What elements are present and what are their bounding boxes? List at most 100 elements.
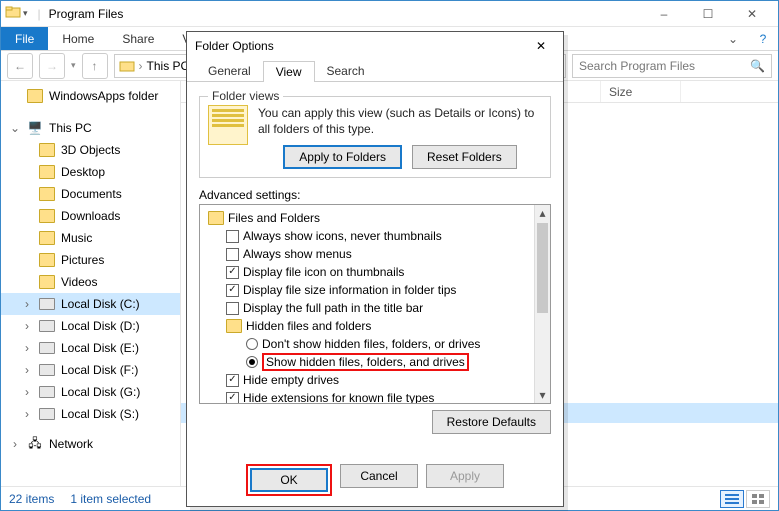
search-input[interactable]: Search Program Files 🔍	[572, 54, 772, 78]
apply-to-folders-button[interactable]: Apply to Folders	[283, 145, 402, 169]
navigation-pane[interactable]: WindowsApps folder ⌄ 🖥️ This PC 3D Objec…	[1, 81, 181, 488]
scroll-down-icon[interactable]: ▾	[535, 387, 550, 403]
tree-option[interactable]: Display file icon on thumbnails	[204, 263, 550, 281]
reset-folders-button[interactable]: Reset Folders	[412, 145, 517, 169]
tree-option[interactable]: Hide empty drives	[204, 371, 550, 389]
folder-icon	[39, 253, 55, 267]
folder-views-legend: Folder views	[208, 89, 283, 103]
tree-hidden-files-group[interactable]: Hidden files and folders	[204, 317, 550, 335]
back-button[interactable]: ←	[7, 53, 33, 79]
close-button[interactable]: ✕	[730, 1, 774, 27]
dialog-buttons: OK Cancel Apply	[187, 464, 563, 496]
tree-option[interactable]: Always show icons, never thumbnails	[204, 227, 550, 245]
search-icon: 🔍	[750, 59, 765, 73]
minimize-button[interactable]: –	[642, 1, 686, 27]
checkbox-icon	[226, 302, 239, 315]
search-placeholder: Search Program Files	[579, 59, 695, 73]
dialog-close-button[interactable]: ✕	[527, 32, 555, 60]
status-selected: 1 item selected	[70, 492, 151, 506]
window-title: Program Files	[49, 7, 124, 21]
folder-icon	[39, 165, 55, 179]
dialog-tab-view[interactable]: View	[263, 61, 315, 82]
folder-icon	[27, 89, 43, 103]
tab-share[interactable]: Share	[108, 27, 168, 50]
folder-icon	[5, 4, 21, 23]
folder-icon	[39, 187, 55, 201]
status-item-count: 22 items	[9, 492, 54, 506]
help-icon[interactable]: ?	[748, 27, 778, 50]
radio-icon	[246, 338, 258, 350]
dialog-tab-search[interactable]: Search	[314, 60, 378, 81]
nav-item[interactable]: ›Local Disk (S:)	[1, 403, 180, 425]
tree-option[interactable]: Hide extensions for known file types	[204, 389, 550, 404]
breadcrumb[interactable]: This PC	[147, 59, 190, 73]
radio-dont-show-hidden[interactable]: Don't show hidden files, folders, or dri…	[204, 335, 550, 353]
scroll-up-icon[interactable]: ▴	[535, 205, 550, 221]
up-button[interactable]: ↑	[82, 53, 108, 79]
dialog-tab-general[interactable]: General	[195, 60, 264, 81]
thumbnails-view-button[interactable]	[746, 490, 770, 508]
folder-icon	[39, 209, 55, 223]
scrollbar[interactable]: ▴ ▾	[534, 205, 550, 403]
dialog-tabs: General View Search	[187, 60, 563, 82]
drive-icon	[39, 342, 55, 354]
nav-item[interactable]: Documents	[1, 183, 180, 205]
drive-icon	[39, 364, 55, 376]
tree-files-and-folders[interactable]: Files and Folders	[204, 209, 550, 227]
tree-option[interactable]: Display file size information in folder …	[204, 281, 550, 299]
scroll-thumb[interactable]	[537, 223, 548, 313]
tab-home[interactable]: Home	[48, 27, 108, 50]
drive-icon	[39, 298, 55, 310]
folder-views-icon	[208, 105, 248, 145]
nav-item[interactable]: Downloads	[1, 205, 180, 227]
highlight-show-hidden: Show hidden files, folders, and drives	[262, 353, 469, 371]
nav-item[interactable]: Desktop	[1, 161, 180, 183]
col-size[interactable]: Size	[601, 81, 681, 102]
dialog-title: Folder Options	[195, 39, 274, 53]
radio-show-hidden[interactable]: Show hidden files, folders, and drives	[204, 353, 550, 371]
forward-button[interactable]: →	[39, 53, 65, 79]
nav-item[interactable]: ›Local Disk (G:)	[1, 381, 180, 403]
nav-item[interactable]: ›Local Disk (D:)	[1, 315, 180, 337]
details-view-button[interactable]	[720, 490, 744, 508]
nav-item[interactable]: Pictures	[1, 249, 180, 271]
nav-item[interactable]: 3D Objects	[1, 139, 180, 161]
cancel-button[interactable]: Cancel	[340, 464, 418, 488]
advanced-settings-tree[interactable]: Files and Folders Always show icons, nev…	[199, 204, 551, 404]
nav-windowsapps[interactable]: WindowsApps folder	[1, 85, 180, 107]
drive-icon	[39, 320, 55, 332]
ribbon-expand-icon[interactable]: ⌄	[718, 27, 748, 50]
qat-separator: |	[38, 7, 41, 21]
nav-item[interactable]: ›Local Disk (E:)	[1, 337, 180, 359]
checkbox-icon	[226, 248, 239, 261]
advanced-settings-label: Advanced settings:	[199, 188, 551, 202]
folder-icon	[208, 211, 224, 225]
ok-button[interactable]: OK	[250, 468, 328, 492]
nav-item[interactable]: ›Local Disk (C:)	[1, 293, 180, 315]
title-bar: ▾ | Program Files – ☐ ✕	[1, 1, 778, 27]
apply-button[interactable]: Apply	[426, 464, 504, 488]
nav-network[interactable]: › 🖧 Network	[1, 433, 180, 455]
dialog-title-bar: Folder Options ✕	[187, 32, 563, 60]
pc-icon: 🖥️	[27, 120, 43, 136]
nav-item[interactable]: ›Local Disk (F:)	[1, 359, 180, 381]
folder-options-dialog: Folder Options ✕ General View Search Fol…	[186, 31, 564, 507]
folder-views-text: You can apply this view (such as Details…	[258, 105, 542, 137]
qat-dropdown-icon[interactable]: ▾	[23, 8, 28, 19]
folder-views-group: Folder views You can apply this view (su…	[199, 96, 551, 178]
nav-item[interactable]: Music	[1, 227, 180, 249]
tree-option[interactable]: Display the full path in the title bar	[204, 299, 550, 317]
folder-icon	[39, 231, 55, 245]
network-icon: 🖧	[27, 436, 43, 452]
nav-this-pc[interactable]: ⌄ 🖥️ This PC	[1, 117, 180, 139]
checkbox-icon	[226, 266, 239, 279]
radio-icon	[246, 356, 258, 368]
tree-option[interactable]: Always show menus	[204, 245, 550, 263]
maximize-button[interactable]: ☐	[686, 1, 730, 27]
nav-item[interactable]: Videos	[1, 271, 180, 293]
folder-icon	[39, 275, 55, 289]
folder-icon	[226, 319, 242, 333]
file-tab[interactable]: File	[1, 27, 48, 50]
recent-dropdown-icon[interactable]: ▾	[71, 60, 76, 71]
restore-defaults-button[interactable]: Restore Defaults	[432, 410, 551, 434]
